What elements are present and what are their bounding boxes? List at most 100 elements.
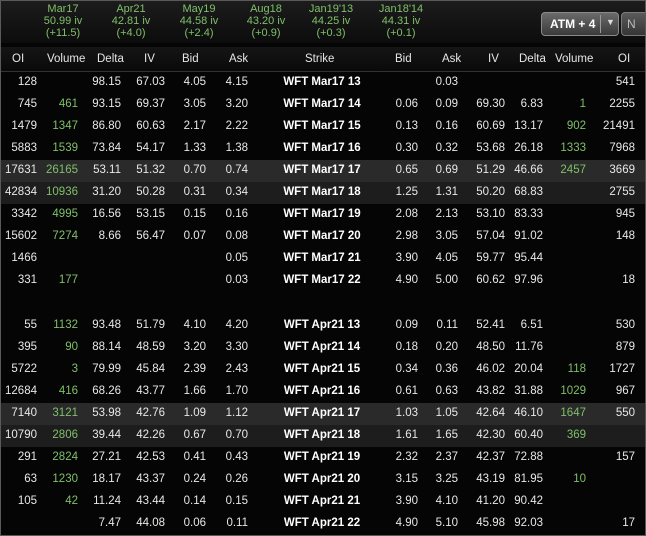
cell-c-vol: 7274 — [52, 230, 78, 242]
cell-p-delta: 46.66 — [514, 164, 543, 176]
option-row[interactable]: 55 1132 93.48 51.79 4.10 4.20 WFT Apr21 13 0.09… — [1, 315, 645, 337]
cell-p-oi: 2255 — [609, 98, 635, 110]
option-row[interactable]: 63 1230 18.17 43.37 0.24 0.26 WFT Apr21 20 3.15… — [1, 469, 645, 491]
cell-strike[interactable]: WFT Apr21 19 — [267, 451, 377, 463]
cell-p-ask: 1.65 — [435, 429, 458, 441]
option-row[interactable]: 291 2824 27.21 42.53 0.41 0.43 WFT Apr21 19 2.3… — [1, 447, 645, 469]
cell-c-ask: 1.38 — [225, 142, 248, 154]
option-row[interactable]: 17631 26165 53.11 51.32 0.70 0.74 WFT Mar17 17… — [1, 160, 645, 182]
option-row[interactable]: 128 98.15 67.03 4.05 4.15 WFT Mar17 13 0.03 541 — [1, 72, 645, 94]
cell-c-bid: 2.17 — [183, 120, 206, 132]
cell-p-oi: 879 — [615, 341, 635, 353]
cell-c-delta: 18.17 — [92, 473, 121, 485]
cell-p-ask: 0.11 — [436, 319, 458, 331]
cell-c-ask: 0.26 — [225, 473, 248, 485]
cell-c-oi: 63 — [24, 473, 37, 485]
cell-p-delta: 91.02 — [514, 230, 543, 242]
cell-p-iv: 42.30 — [476, 429, 505, 441]
option-row[interactable]: 15602 7274 8.66 56.47 0.07 0.08 WFT Mar17 20 2.… — [1, 226, 645, 248]
cell-c-delta: 39.44 — [92, 429, 121, 441]
option-row[interactable]: 5722 3 79.99 45.84 2.39 2.43 WFT Apr21 15 0.34 0… — [1, 359, 645, 381]
cell-c-oi: 7140 — [11, 407, 37, 419]
option-row[interactable]: 745 461 93.15 69.37 3.05 3.20 WFT Mar17 14 0.06… — [1, 94, 645, 116]
cell-c-ask: 3.30 — [225, 341, 248, 353]
cell-strike[interactable]: WFT Mar17 22 — [267, 274, 377, 286]
option-row[interactable]: 395 90 88.14 48.59 3.20 3.30 WFT Apr21 14 0.18 0… — [1, 337, 645, 359]
cell-p-vol: 1 — [579, 98, 586, 110]
cell-strike[interactable]: WFT Mar17 21 — [267, 252, 377, 264]
cell-c-oi: 42834 — [5, 186, 37, 198]
cell-c-vol: 90 — [65, 341, 78, 353]
cell-strike[interactable]: WFT Mar17 19 — [267, 208, 377, 220]
cell-p-iv: 51.29 — [476, 164, 505, 176]
option-row[interactable]: 7.47 44.08 0.06 0.11 WFT Apr21 22 4.90 5.10 45.… — [1, 513, 645, 535]
cell-c-delta: 8.66 — [98, 230, 121, 242]
cell-strike[interactable]: WFT Mar17 18 — [267, 186, 377, 198]
cell-strike[interactable]: WFT Mar17 15 — [267, 120, 377, 132]
cell-c-bid: 1.33 — [183, 142, 206, 154]
cell-strike[interactable]: WFT Mar17 16 — [267, 142, 377, 154]
cell-c-bid: 3.05 — [183, 98, 206, 110]
cell-strike[interactable]: WFT Apr21 13 — [267, 319, 377, 331]
cell-strike[interactable]: WFT Mar17 14 — [267, 98, 377, 110]
cell-c-iv: 60.63 — [136, 120, 165, 132]
cell-c-oi: 331 — [17, 274, 37, 286]
cell-strike[interactable]: WFT Apr21 14 — [267, 341, 377, 353]
cell-p-ask: 3.25 — [435, 473, 458, 485]
cell-p-bid: 3.90 — [395, 495, 418, 507]
cell-c-vol: 2806 — [52, 429, 78, 441]
cell-c-vol: 1132 — [53, 319, 78, 331]
option-row[interactable]: 5883 1539 73.84 54.17 1.33 1.38 WFT Mar17 16 0.… — [1, 138, 645, 160]
cell-c-oi: 395 — [17, 341, 37, 353]
cell-c-bid: 0.31 — [183, 186, 206, 198]
cell-strike[interactable]: WFT Apr21 16 — [267, 385, 377, 397]
cell-c-iv: 43.77 — [136, 385, 165, 397]
cell-p-ask: 0.03 — [435, 76, 458, 88]
cell-strike[interactable]: WFT Apr21 17 — [267, 407, 377, 419]
option-row[interactable]: 1479 1347 86.80 60.63 2.17 2.22 WFT Mar17 15 0.… — [1, 116, 645, 138]
cell-c-ask: 0.70 — [225, 429, 248, 441]
cell-c-iv: 51.79 — [136, 319, 165, 331]
cell-c-delta: 53.11 — [93, 164, 121, 176]
cell-strike[interactable]: WFT Mar17 20 — [267, 230, 377, 242]
cell-p-oi: 7968 — [609, 142, 635, 154]
cell-c-delta: 88.14 — [92, 341, 121, 353]
cell-p-oi: 945 — [615, 208, 635, 220]
cell-p-oi: 1727 — [609, 363, 635, 375]
cell-c-iv: 51.32 — [136, 164, 165, 176]
cell-p-ask: 2.13 — [435, 208, 458, 220]
cell-strike[interactable]: WFT Apr21 21 — [267, 495, 377, 507]
option-row[interactable]: 3342 4995 16.56 53.15 0.15 0.16 WFT Mar17 19 2.… — [1, 204, 645, 226]
cell-strike[interactable]: WFT Apr21 18 — [267, 429, 377, 441]
cell-c-ask: 4.15 — [225, 76, 248, 88]
cell-p-bid: 0.18 — [395, 341, 418, 353]
cell-p-ask: 5.10 — [435, 517, 458, 529]
cell-c-iv: 42.53 — [136, 451, 165, 463]
cell-c-vol: 461 — [58, 98, 78, 110]
cell-strike[interactable]: WFT Mar17 17 — [267, 164, 377, 176]
cell-c-delta: 73.84 — [92, 142, 121, 154]
cell-p-bid: 4.90 — [395, 517, 418, 529]
option-row[interactable]: 7140 3121 53.98 42.76 1.09 1.12 WFT Apr21 17 1.… — [1, 403, 645, 425]
option-chain-window: Mar17 50.99 iv (+11.5) Apr21 42.81 iv (+4.0) M… — [0, 0, 646, 536]
cell-c-ask: 4.20 — [225, 319, 248, 331]
cell-p-iv: 42.37 — [476, 451, 505, 463]
cell-p-bid: 2.32 — [395, 451, 418, 463]
cell-p-vol: 902 — [566, 120, 586, 132]
cell-strike[interactable]: WFT Apr21 15 — [267, 363, 377, 375]
cell-strike[interactable]: WFT Apr21 22 — [267, 517, 377, 529]
cell-c-oi: 55 — [24, 319, 37, 331]
cell-p-delta: 46.10 — [514, 407, 543, 419]
option-row[interactable]: 10790 2806 39.44 42.26 0.67 0.70 WFT Apr21 18 1… — [1, 425, 645, 447]
option-row[interactable]: 331 177 0.03 WFT Mar17 22 4.90 5.00 60.62 97.96… — [1, 270, 645, 292]
option-row[interactable]: 12684 416 68.26 43.77 1.66 1.70 WFT Apr21 16 0.… — [1, 381, 645, 403]
option-row[interactable]: 105 42 11.24 43.44 0.14 0.15 WFT Apr21 21 3.90 4… — [1, 491, 645, 513]
cell-c-iv: 42.26 — [136, 429, 165, 441]
option-row[interactable]: 1466 0.05 WFT Mar17 21 3.90 4.05 59.77 95.44 — [1, 248, 645, 270]
cell-p-bid: 3.90 — [395, 252, 418, 264]
cell-p-vol: 1333 — [560, 142, 586, 154]
cell-strike[interactable]: WFT Apr21 20 — [267, 473, 377, 485]
cell-strike[interactable]: WFT Mar17 13 — [267, 76, 377, 88]
option-row[interactable]: 42834 10936 31.20 50.28 0.31 0.34 WFT Mar17 18… — [1, 182, 645, 204]
cell-c-iv: 42.76 — [136, 407, 165, 419]
